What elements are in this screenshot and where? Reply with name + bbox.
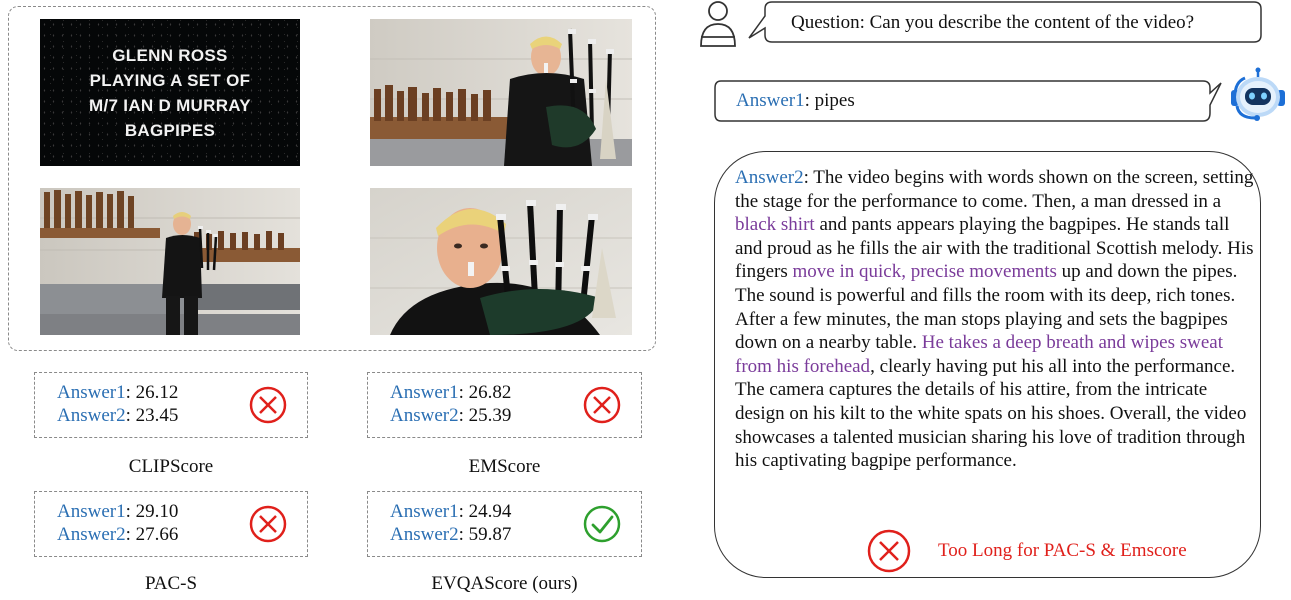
- metric-box-evqascore: Answer1: 24.94 Answer2: 59.87: [367, 491, 642, 557]
- cross-icon: [249, 386, 287, 424]
- metric-caption: CLIPScore: [128, 456, 214, 477]
- video-frame-title-card: GLENN ROSS PLAYING A SET OF M/7 IAN D MU…: [40, 19, 300, 166]
- title-card-line: M/7 IAN D MURRAY: [89, 95, 251, 115]
- check-icon: [583, 505, 621, 543]
- title-card-line: PLAYING A SET OF: [89, 70, 251, 90]
- warning-text: Too Long for PAC-S & Emscore: [938, 540, 1187, 561]
- title-card-line: GLENN ROSS: [112, 45, 228, 65]
- cross-icon: [583, 386, 621, 424]
- answer2-score: Answer2: 23.45: [57, 405, 179, 426]
- cross-icon: [249, 505, 287, 543]
- metric-caption: EVQAScore (ours): [431, 573, 578, 594]
- metric-box-emscore: Answer1: 26.82 Answer2: 25.39: [367, 372, 642, 438]
- robot-icon: [1231, 67, 1285, 121]
- answer2-score: Answer2: 27.66: [57, 524, 179, 545]
- answer1-score: Answer1: 29.10: [57, 501, 179, 522]
- user-icon: [700, 1, 736, 47]
- answer2-score: Answer2: 59.87: [390, 524, 512, 545]
- metric-caption: EMScore: [468, 456, 541, 477]
- answer1-text: Answer1: pipes: [736, 90, 855, 111]
- answer1-score: Answer1: 26.12: [57, 382, 179, 403]
- question-text: Question: Can you describe the content o…: [791, 12, 1195, 33]
- answer1-score: Answer1: 26.82: [390, 382, 512, 403]
- video-frame-piper-workshop-wide: [40, 188, 300, 335]
- title-card-line: BAGPIPES: [124, 120, 216, 140]
- video-frame-piper-workshop-close: [370, 19, 632, 166]
- cross-icon: [867, 529, 911, 573]
- answer2-score: Answer2: 25.39: [390, 405, 512, 426]
- video-frame-piper-closeup: [370, 188, 632, 335]
- answer1-score: Answer1: 24.94: [390, 501, 512, 522]
- answer2-text: Answer2: The video begins with words sho…: [735, 167, 1254, 472]
- metric-caption: PAC-S: [144, 573, 198, 594]
- metric-box-pacs: Answer1: 29.10 Answer2: 27.66: [34, 491, 308, 557]
- metric-box-clipscore: Answer1: 26.12 Answer2: 23.45: [34, 372, 308, 438]
